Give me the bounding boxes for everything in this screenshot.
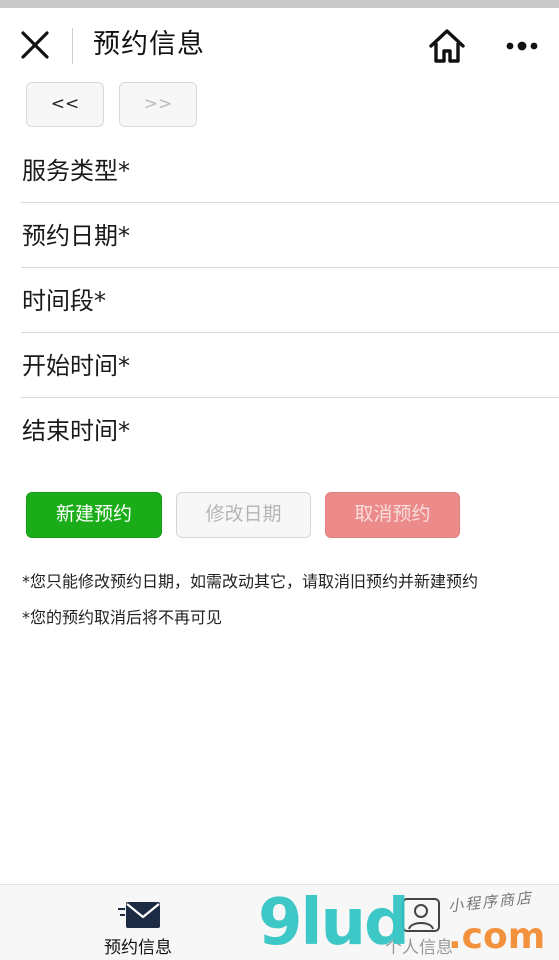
tab-personal-info[interactable]: 个人信息: [319, 885, 519, 960]
field-label: 结束时间*: [22, 417, 130, 445]
status-strip: [0, 0, 559, 8]
field-time-slot[interactable]: 时间段*: [21, 268, 559, 333]
field-label: 开始时间*: [22, 352, 130, 380]
more-dots-icon[interactable]: [500, 32, 544, 60]
field-end-time[interactable]: 结束时间*: [21, 398, 559, 463]
field-label: 时间段*: [22, 287, 106, 315]
booking-form: 服务类型* 预约日期* 时间段* 开始时间* 结束时间*: [0, 138, 559, 463]
envelope-icon: [118, 902, 160, 928]
tab-label: 预约信息: [104, 938, 172, 958]
home-icon[interactable]: [428, 28, 466, 64]
action-buttons: 新建预约 修改日期 取消预约: [26, 492, 466, 538]
person-icon: [402, 898, 440, 932]
prev-page-button[interactable]: <<: [26, 82, 104, 127]
field-booking-date[interactable]: 预约日期*: [21, 203, 559, 268]
cancel-booking-button[interactable]: 取消预约: [325, 492, 460, 538]
nav-divider: [72, 28, 73, 64]
note-cancel-hint: *您的预约取消后将不再可见: [22, 608, 223, 627]
field-start-time[interactable]: 开始时间*: [21, 333, 559, 398]
note-modify-hint: *您只能修改预约日期，如需改动其它，请取消旧预约并新建预约: [22, 572, 479, 591]
new-booking-button[interactable]: 新建预约: [26, 492, 162, 538]
modify-date-button[interactable]: 修改日期: [176, 492, 311, 538]
field-service-type[interactable]: 服务类型*: [21, 138, 559, 203]
close-icon[interactable]: [18, 28, 52, 62]
page-title: 预约信息: [93, 29, 205, 60]
tab-bar: 预约信息 个人信息: [0, 884, 559, 960]
navbar: 预约信息: [0, 8, 559, 82]
tab-booking-info[interactable]: 预约信息: [38, 885, 238, 960]
tab-label: 个人信息: [385, 938, 453, 958]
next-page-button[interactable]: >>: [119, 82, 197, 127]
field-label: 服务类型*: [22, 157, 130, 185]
field-label: 预约日期*: [22, 222, 130, 250]
